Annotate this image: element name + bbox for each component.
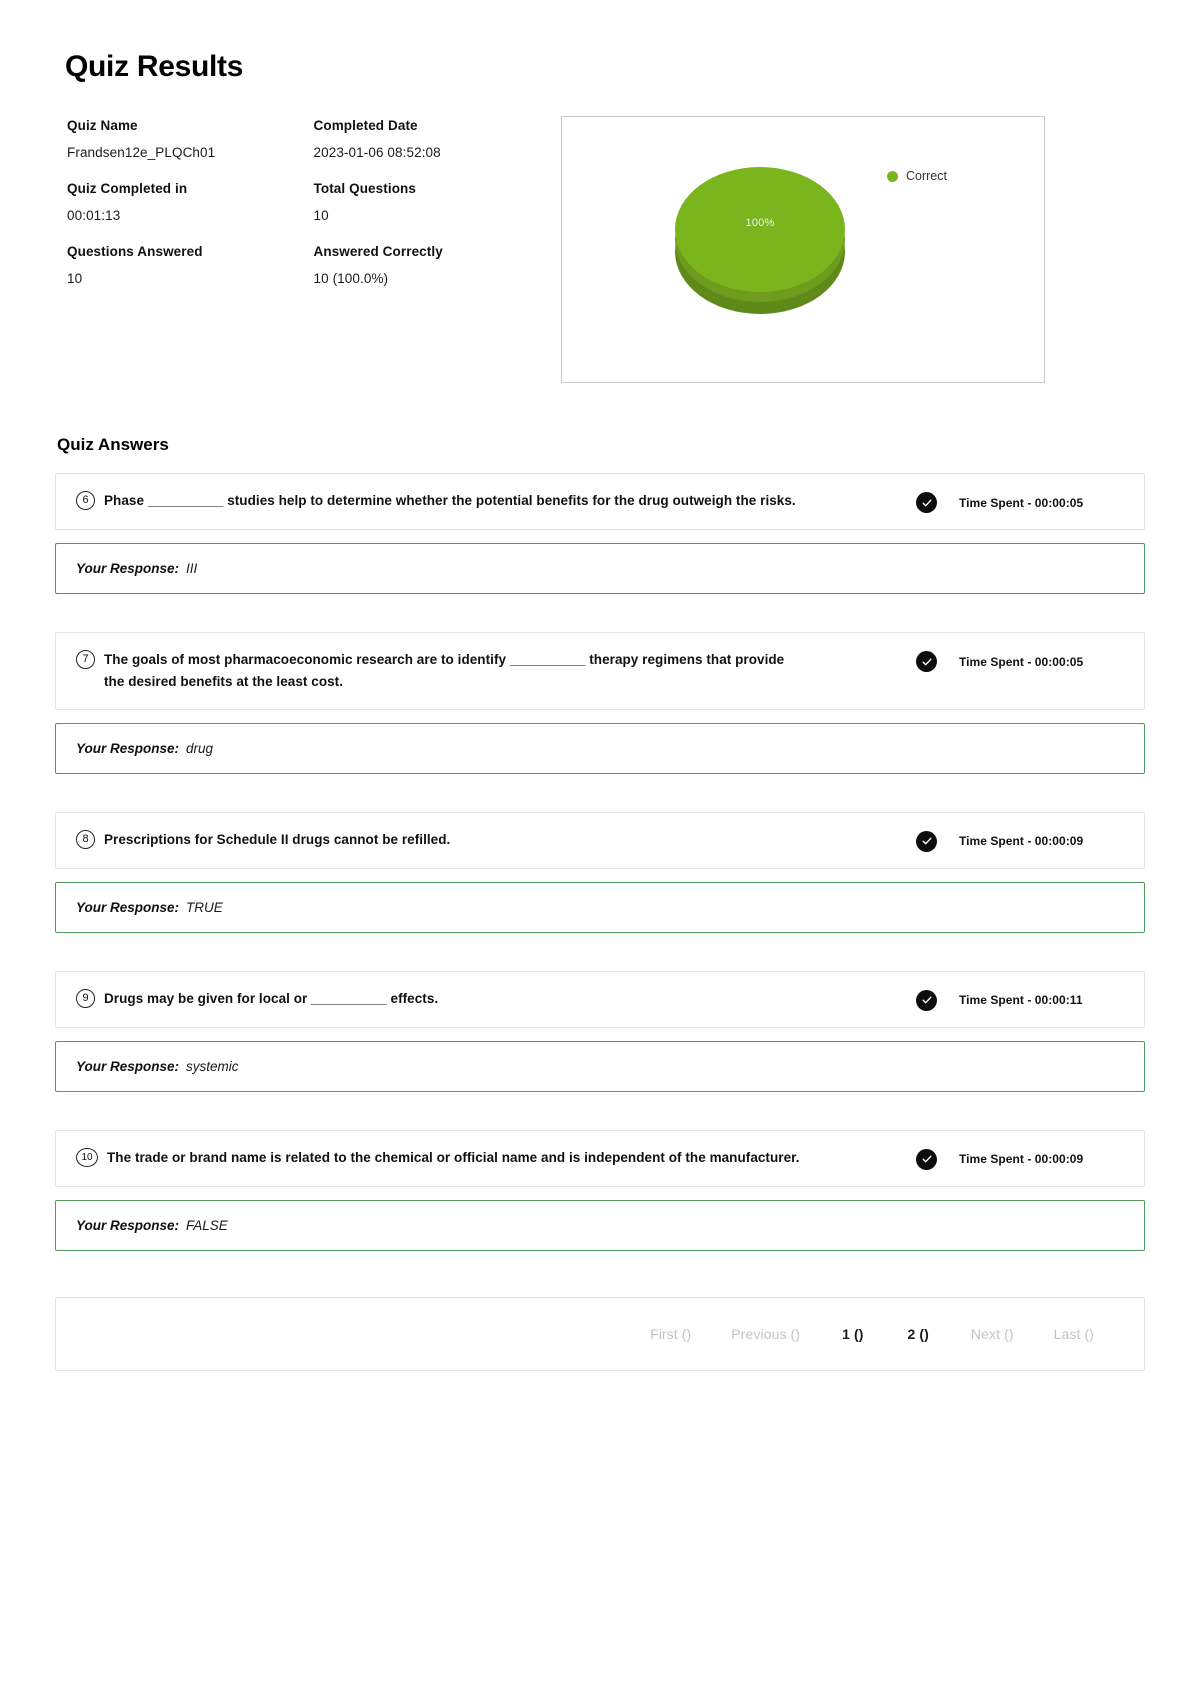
question-number-badge: 6 — [76, 491, 95, 510]
results-pie-chart-panel: 100% Correct — [561, 116, 1045, 383]
summary-label: Questions Answered — [67, 244, 203, 259]
pie-chart: 100% — [675, 167, 845, 317]
response-label: Your Response: — [76, 1058, 180, 1074]
question-number-badge: 8 — [76, 829, 95, 849]
quiz-answers-title: Quiz Answers — [57, 435, 169, 454]
pie-slice-label: 100% — [745, 217, 775, 229]
qa-group: 6 Phase __________ studies help to deter… — [55, 473, 1145, 594]
qa-group: 7 The goals of most pharmacoeconomic res… — [55, 632, 1145, 774]
question-card: 10 The trade or brand name is related to… — [55, 1129, 1145, 1187]
qa-group: 10 The trade or brand name is related to… — [55, 1129, 1145, 1251]
question-main: 6 Phase __________ studies help to deter… — [76, 490, 916, 512]
page-title: Quiz Results — [65, 50, 244, 83]
response-card: Your Response: TRUE — [55, 881, 1145, 933]
summary-value: 10 — [67, 271, 83, 286]
pagination-next-link[interactable]: Next () — [951, 1320, 1034, 1348]
check-circle-icon — [916, 1148, 937, 1170]
pagination-page-2-link[interactable]: 2 () — [886, 1320, 951, 1348]
pie-slice-correct[interactable] — [675, 167, 845, 292]
qa-group: 9 Drugs may be given for local or ______… — [55, 970, 1145, 1092]
time-spent-label: Time Spent - 00:00:11 — [959, 993, 1083, 1008]
response-label: Your Response: — [76, 740, 180, 756]
summary-value: 10 — [313, 208, 329, 223]
response-label: Your Response: — [76, 561, 180, 576]
check-circle-icon — [916, 989, 937, 1011]
response-value: drug — [186, 740, 214, 756]
quiz-results-page: Quiz Results Quiz Name Frandsen12e_PLQCh… — [0, 0, 1200, 1698]
chart-legend: Correct — [887, 169, 947, 183]
response-value: systemic — [186, 1058, 239, 1074]
summary-field-quiz-completed-in: Quiz Completed in 00:01:13 — [67, 181, 314, 223]
check-circle-icon — [916, 651, 937, 672]
question-main: 10 The trade or brand name is related to… — [76, 1147, 916, 1169]
qa-group: 8 Prescriptions for Schedule II drugs ca… — [55, 811, 1145, 933]
summary-label: Answered Correctly — [313, 244, 443, 259]
question-card: 6 Phase __________ studies help to deter… — [55, 473, 1145, 530]
question-status: Time Spent - 00:00:05 — [916, 649, 1126, 672]
pagination-previous-link[interactable]: Previous () — [711, 1320, 820, 1348]
time-spent-label: Time Spent - 00:00:05 — [959, 495, 1084, 510]
summary-label: Quiz Completed in — [67, 181, 188, 196]
summary-field-total-questions: Total Questions 10 — [314, 181, 561, 223]
pagination-first-link[interactable]: First () — [630, 1320, 711, 1348]
question-text: The trade or brand name is related to th… — [107, 1149, 800, 1165]
summary-value: 00:01:13 — [67, 208, 121, 223]
question-card: 7 The goals of most pharmacoeconomic res… — [55, 632, 1145, 710]
summary-field-quiz-name: Quiz Name Frandsen12e_PLQCh01 — [67, 118, 314, 160]
question-text: Drugs may be given for local or ________… — [104, 990, 439, 1006]
response-value: FALSE — [186, 1217, 228, 1233]
response-card: Your Response: drug — [55, 722, 1145, 774]
question-text: Phase __________ studies help to determi… — [104, 493, 796, 508]
summary-field-questions-answered: Questions Answered 10 — [67, 244, 314, 286]
summary-field-completed-date: Completed Date 2023-01-06 08:52:08 — [314, 118, 561, 160]
question-number-badge: 9 — [76, 988, 95, 1008]
summary-and-chart-row: Quiz Name Frandsen12e_PLQCh01 Completed … — [55, 114, 1145, 383]
summary-value: 2023-01-06 08:52:08 — [313, 145, 441, 160]
question-card: 9 Drugs may be given for local or ______… — [55, 970, 1145, 1028]
question-status: Time Spent - 00:00:09 — [916, 1147, 1126, 1170]
summary-field-answered-correctly: Answered Correctly 10 (100.0%) — [314, 244, 561, 286]
question-main: 9 Drugs may be given for local or ______… — [76, 988, 916, 1010]
legend-color-dot-icon — [887, 170, 898, 182]
question-number-badge: 7 — [76, 650, 95, 669]
time-spent-label: Time Spent - 00:00:05 — [959, 654, 1084, 669]
response-label: Your Response: — [76, 1217, 180, 1233]
check-circle-icon — [916, 830, 937, 852]
response-card: Your Response: III — [55, 543, 1145, 594]
check-circle-icon — [916, 492, 937, 513]
question-main: 8 Prescriptions for Schedule II drugs ca… — [76, 829, 916, 851]
summary-label: Completed Date — [313, 118, 418, 133]
response-label: Your Response: — [76, 899, 180, 915]
summary-label: Quiz Name — [67, 118, 138, 133]
time-spent-label: Time Spent - 00:00:09 — [959, 834, 1084, 849]
question-card: 8 Prescriptions for Schedule II drugs ca… — [55, 811, 1145, 869]
response-value: III — [186, 561, 198, 576]
pagination-last-link[interactable]: Last () — [1034, 1320, 1114, 1348]
summary-label: Total Questions — [313, 181, 417, 196]
question-status: Time Spent - 00:00:05 — [916, 490, 1126, 513]
question-number-badge: 10 — [76, 1147, 98, 1167]
question-status: Time Spent - 00:00:11 — [916, 988, 1126, 1011]
quiz-summary: Quiz Name Frandsen12e_PLQCh01 Completed … — [55, 114, 560, 307]
response-card: Your Response: systemic — [55, 1040, 1145, 1092]
question-text: Prescriptions for Schedule II drugs cann… — [104, 831, 451, 847]
question-text: The goals of most pharmacoeconomic resea… — [104, 652, 785, 689]
legend-label-correct: Correct — [906, 169, 947, 183]
pagination-bar: First () Previous () 1 () 2 () Next () L… — [55, 1296, 1145, 1371]
question-status: Time Spent - 00:00:09 — [916, 829, 1126, 852]
response-value: TRUE — [186, 899, 223, 915]
summary-value: 10 (100.0%) — [313, 271, 389, 286]
question-main: 7 The goals of most pharmacoeconomic res… — [76, 649, 916, 693]
response-card: Your Response: FALSE — [55, 1199, 1145, 1251]
time-spent-label: Time Spent - 00:00:09 — [959, 1152, 1084, 1167]
pagination-page-1-link[interactable]: 1 () — [820, 1320, 885, 1348]
summary-value: Frandsen12e_PLQCh01 — [67, 145, 216, 160]
